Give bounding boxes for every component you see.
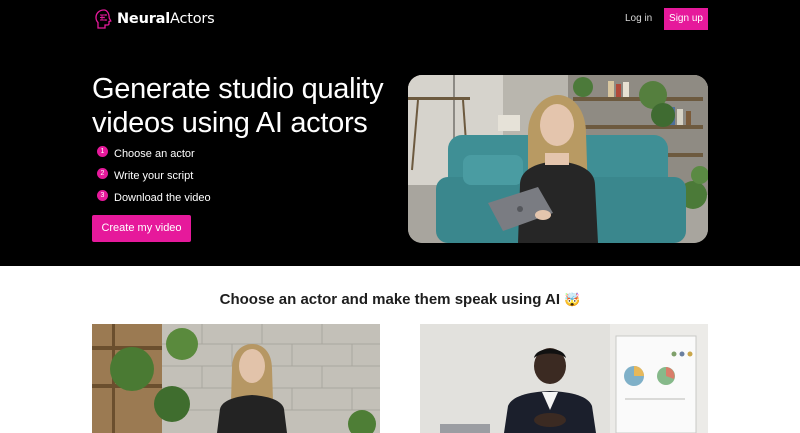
actor-card-1[interactable] (92, 324, 380, 433)
step-label: Download the video (114, 192, 211, 204)
signup-button[interactable]: Sign up (664, 8, 708, 30)
steps-list: 1 Choose an actor 2 Write your script 3 … (97, 143, 211, 209)
step-label: Write your script (114, 170, 194, 182)
actors-section-title-text: Choose an actor and make them speak usin… (219, 291, 560, 308)
hand (535, 210, 551, 220)
laptop (440, 424, 490, 433)
logo[interactable]: NeuralActors (94, 8, 215, 30)
step-number-badge: 3 (97, 189, 108, 201)
actor-card-2-thumbnail (420, 324, 708, 433)
logo-text-bold: Neural (117, 11, 170, 27)
login-link[interactable]: Log in (625, 11, 652, 27)
actor-card-2[interactable] (420, 324, 708, 433)
actors-section-title: Choose an actor and make them speak usin… (0, 291, 800, 308)
hero-video[interactable] (408, 75, 708, 243)
logo-text: NeuralActors (117, 11, 215, 27)
mind-blown-emoji-icon: 🤯 (564, 293, 581, 308)
step-item: 3 Download the video (97, 187, 211, 209)
step-label: Choose an actor (114, 148, 195, 160)
step-number-badge: 1 (97, 145, 108, 157)
step-item: 2 Write your script (97, 165, 211, 187)
step-item: 1 Choose an actor (97, 143, 211, 165)
hero-section: NeuralActors Log in Sign up Generate stu… (0, 0, 800, 266)
hero-headline: Generate studio quality videos using AI … (92, 73, 384, 139)
logo-text-regular: Actors (170, 11, 215, 27)
step-number-badge: 2 (97, 167, 108, 179)
whiteboard (615, 335, 697, 433)
actor-card-1-thumbnail (92, 324, 380, 433)
create-video-button[interactable]: Create my video (92, 215, 191, 242)
brain-head-icon (95, 9, 112, 29)
hero-video-frame (408, 75, 708, 243)
